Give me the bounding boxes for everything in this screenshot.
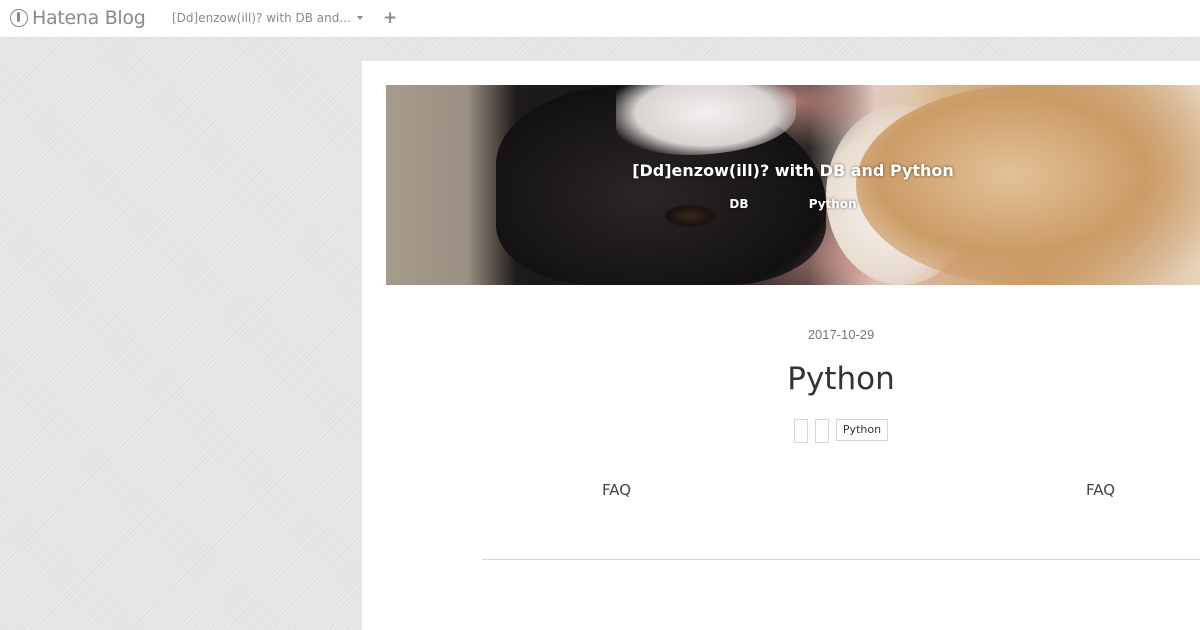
blog-description: DB Python (386, 197, 1200, 211)
divider (482, 559, 1200, 560)
entry-date[interactable]: 2017-10-29 (362, 327, 1200, 342)
blog-switcher-label: [Dd]enzow(ill)? with DB and... (172, 11, 351, 25)
plus-icon[interactable]: + (383, 9, 397, 27)
blog-content: [Dd]enzow(ill)? with DB and Python DB Py… (362, 61, 1200, 630)
header-photo-tan-rabbit (856, 85, 1200, 285)
hatena-blog-logo-icon (10, 9, 28, 27)
blog-header-image: [Dd]enzow(ill)? with DB and Python DB Py… (386, 85, 1200, 285)
chevron-down-icon (356, 16, 363, 20)
entry-categories: Python (362, 419, 1200, 443)
faq-link-right[interactable]: FAQ (1086, 481, 1115, 499)
logo-text: Hatena Blog (32, 7, 146, 29)
category-tag[interactable] (793, 419, 808, 443)
hatena-blog-logo[interactable]: Hatena Blog (10, 7, 146, 29)
entry-title[interactable]: Python (362, 361, 1200, 397)
blog-switcher-dropdown[interactable]: [Dd]enzow(ill)? with DB and... (172, 11, 363, 25)
global-header: Hatena Blog [Dd]enzow(ill)? with DB and.… (0, 0, 1200, 38)
blog-description-item: Python (808, 197, 857, 211)
blog-description-item: DB (729, 197, 749, 211)
blog-title[interactable]: [Dd]enzow(ill)? with DB and Python (386, 161, 1200, 180)
faq-link-left[interactable]: FAQ (602, 481, 631, 499)
category-tag-python[interactable]: Python (835, 419, 889, 441)
category-tag[interactable] (814, 419, 829, 443)
